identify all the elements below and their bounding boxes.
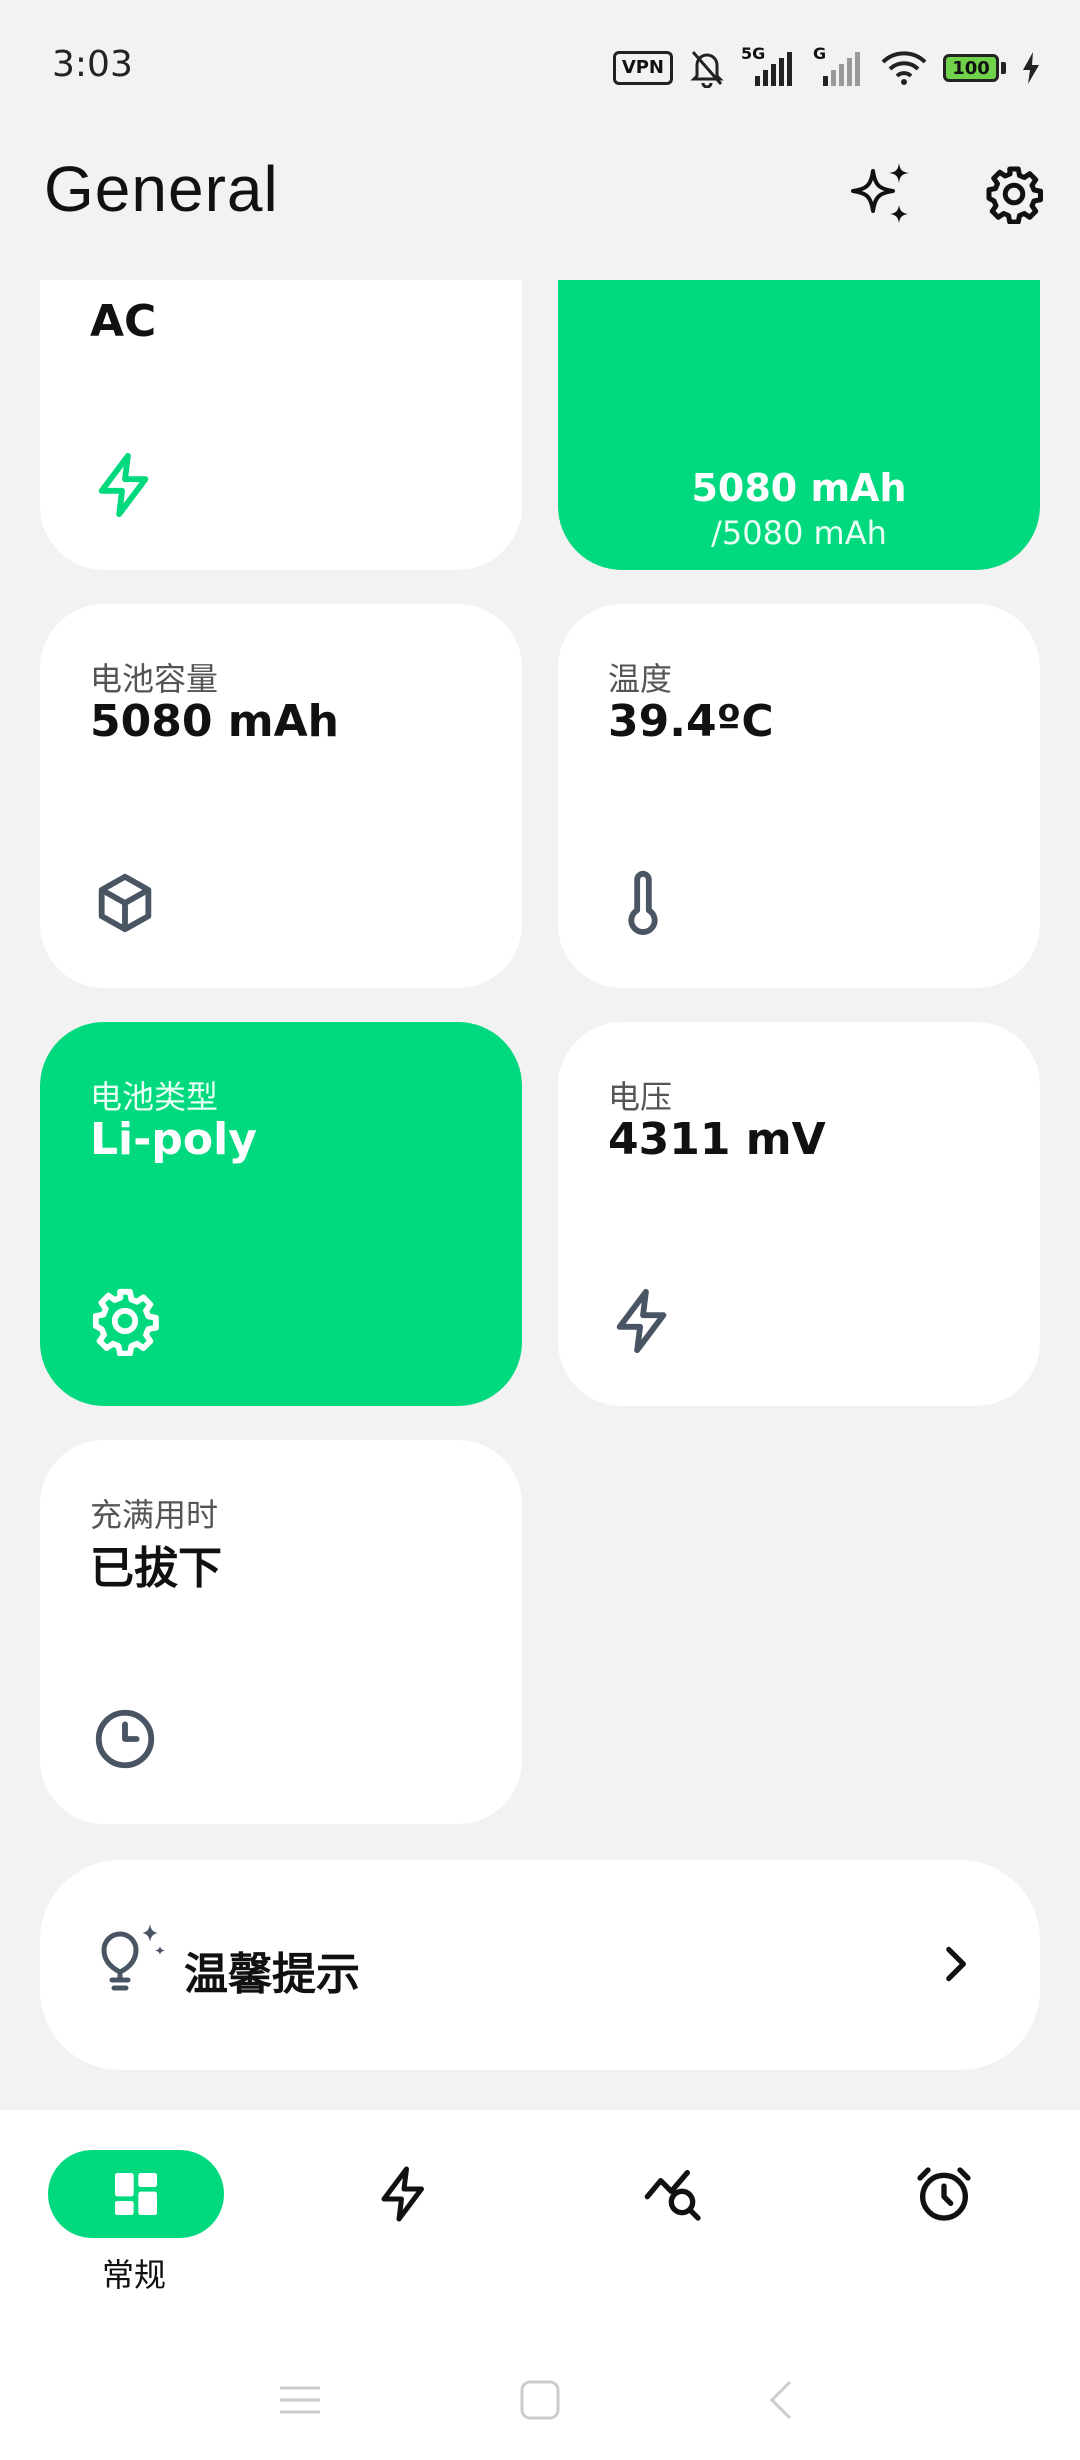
card-value: 4311 mV [608,1114,826,1165]
vpn-icon: VPN [612,51,673,85]
app-header: General [0,140,1080,280]
dashboard-icon [115,2173,157,2215]
card-label: 温度 [608,660,673,698]
nav-active-indicator [48,2150,224,2238]
system-home-button[interactable] [510,2370,570,2430]
bolt-icon [616,1288,667,1354]
nav-item-analytics[interactable] [574,2150,774,2290]
thermometer-icon [628,870,658,935]
card-temperature[interactable]: 温度 39.4ºC [558,604,1040,988]
home-square-icon [520,2380,560,2420]
nav-item-charging[interactable] [304,2150,504,2290]
charge-value: 5080 mAh [691,466,907,510]
nav-item-alarm[interactable] [844,2150,1044,2290]
tips-card[interactable]: 温馨提示 [40,1860,1040,2070]
sparkles-icon [851,163,909,223]
card-label: 电池容量 [90,660,219,698]
gear-icon [986,166,1043,224]
bolt-icon [98,452,149,518]
card-battery-type[interactable]: 电池类型 Li-poly [40,1022,522,1406]
status-icons: VPN 5G G 100 [612,44,1040,88]
cube-icon [98,873,152,933]
status-bar: 3:03 VPN 5G G 100 [0,0,1080,140]
signal-g-icon: G [813,44,865,88]
page-title: General [44,153,279,225]
card-value: 39.4ºC [608,696,774,747]
card-voltage[interactable]: 电压 4311 mV [558,1022,1040,1406]
card-value: 已拔下 [90,1543,222,1594]
dashboard-grid[interactable]: AC 5080 mAh /5080 mAh 电池容量 5080 mAh 温度 3… [0,276,1080,2110]
chart-search-icon [644,2170,701,2221]
card-power-source[interactable]: AC [40,276,522,570]
card-battery-capacity[interactable]: 电池容量 5080 mAh [40,604,522,988]
card-label: 充满用时 [90,1496,219,1534]
alarm-icon [917,2167,971,2221]
card-charge-time[interactable]: 充满用时 已拔下 [40,1440,522,1824]
tips-label: 温馨提示 [184,1949,360,2000]
battery-icon: 100 [943,54,1006,82]
system-back-button[interactable] [750,2370,810,2430]
card-value: 5080 mAh [90,696,340,747]
chevron-right-icon [946,1946,966,1982]
charging-bolt-icon [1023,52,1039,84]
charge-capacity: /5080 mAh [711,514,887,552]
wifi-icon [881,51,927,85]
gear-icon [92,1288,159,1356]
nav-item-general[interactable]: 常规 [34,2150,234,2294]
card-label: 电池类型 [90,1078,219,1116]
settings-button[interactable] [974,154,1054,234]
status-time: 3:03 [52,44,133,85]
nav-label-general: 常规 [101,2256,166,2294]
back-icon [769,2380,792,2420]
battery-level: 100 [943,54,999,82]
card-value: Li-poly [90,1114,257,1165]
bolt-icon [381,2166,424,2222]
mute-bell-icon [690,51,724,88]
system-menu-button[interactable] [270,2370,330,2430]
sparkles-button[interactable] [842,154,922,234]
signal-5g-icon: 5G [741,44,797,88]
menu-icon [280,2386,320,2414]
card-charge-level[interactable]: 5080 mAh /5080 mAh [558,276,1040,570]
clock-icon [95,1709,155,1769]
card-value: AC [90,296,157,347]
card-label: 电压 [608,1078,673,1116]
lightbulb-sparkle-icon [101,1924,165,1991]
